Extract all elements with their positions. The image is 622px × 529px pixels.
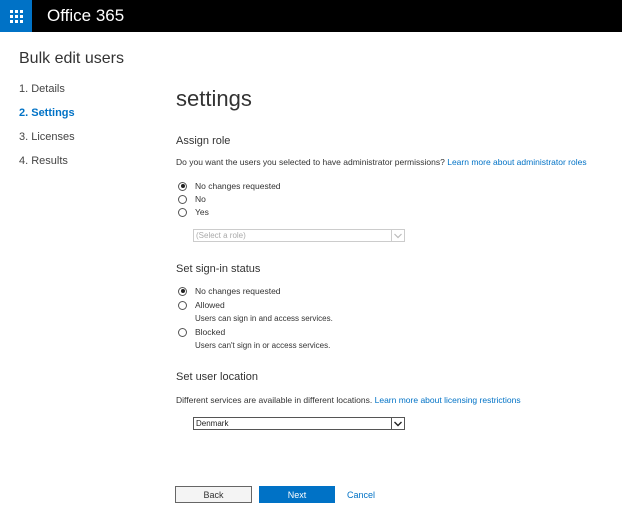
app-launcher-button[interactable] bbox=[0, 0, 32, 32]
top-bar: Office 365 bbox=[0, 0, 622, 32]
assign-role-question: Do you want the users you selected to ha… bbox=[176, 157, 587, 167]
role-option-no[interactable]: No bbox=[178, 193, 206, 205]
role-select[interactable]: (Select a role) bbox=[193, 229, 405, 242]
step-details[interactable]: 1. Details bbox=[19, 82, 75, 106]
role-option-no-changes[interactable]: No changes requested bbox=[178, 180, 281, 192]
assign-role-title: Assign role bbox=[176, 135, 231, 147]
radio-icon[interactable] bbox=[178, 207, 187, 217]
location-description: Different services are available in diff… bbox=[176, 395, 521, 405]
location-description-text: Different services are available in diff… bbox=[176, 395, 373, 405]
blocked-note: Users can't sign in or access services. bbox=[195, 341, 331, 350]
signin-option-blocked[interactable]: Blocked bbox=[178, 326, 225, 338]
step-settings[interactable]: 2. Settings bbox=[19, 106, 75, 130]
radio-selected-icon[interactable] bbox=[178, 181, 187, 191]
radio-icon[interactable] bbox=[178, 300, 187, 310]
role-option-label: Yes bbox=[195, 207, 209, 217]
location-select-value: Denmark bbox=[196, 419, 229, 428]
chevron-down-icon bbox=[391, 418, 404, 429]
location-title: Set user location bbox=[176, 371, 258, 383]
wizard-steps: 1. Details 2. Settings 3. Licenses 4. Re… bbox=[19, 82, 75, 178]
role-option-yes[interactable]: Yes bbox=[178, 206, 209, 218]
assign-role-question-text: Do you want the users you selected to ha… bbox=[176, 157, 445, 167]
chevron-down-icon bbox=[391, 230, 404, 241]
role-option-label: No bbox=[195, 194, 206, 204]
licensing-restrictions-link[interactable]: Learn more about licensing restrictions bbox=[375, 395, 521, 405]
radio-icon[interactable] bbox=[178, 327, 187, 337]
next-button[interactable]: Next bbox=[259, 486, 335, 503]
cancel-link[interactable]: Cancel bbox=[347, 490, 375, 500]
radio-selected-icon[interactable] bbox=[178, 286, 187, 296]
signin-option-label: No changes requested bbox=[195, 286, 281, 296]
radio-icon[interactable] bbox=[178, 194, 187, 204]
signin-option-label: Blocked bbox=[195, 327, 226, 337]
allowed-note: Users can sign in and access services. bbox=[195, 314, 333, 323]
step-results[interactable]: 4. Results bbox=[19, 154, 75, 178]
app-title[interactable]: Office 365 bbox=[47, 5, 124, 27]
role-option-label: No changes requested bbox=[195, 181, 281, 191]
role-select-value: (Select a role) bbox=[196, 231, 246, 240]
back-button[interactable]: Back bbox=[175, 486, 252, 503]
signin-option-label: Allowed bbox=[195, 300, 225, 310]
admin-roles-link[interactable]: Learn more about administrator roles bbox=[447, 157, 586, 167]
section-heading: settings bbox=[176, 86, 252, 111]
waffle-icon bbox=[9, 9, 23, 23]
step-licenses[interactable]: 3. Licenses bbox=[19, 130, 75, 154]
signin-option-allowed[interactable]: Allowed bbox=[178, 299, 225, 311]
signin-status-title: Set sign-in status bbox=[176, 263, 261, 275]
signin-option-no-changes[interactable]: No changes requested bbox=[178, 285, 281, 297]
location-select[interactable]: Denmark bbox=[193, 417, 405, 430]
page-title: Bulk edit users bbox=[19, 50, 124, 67]
